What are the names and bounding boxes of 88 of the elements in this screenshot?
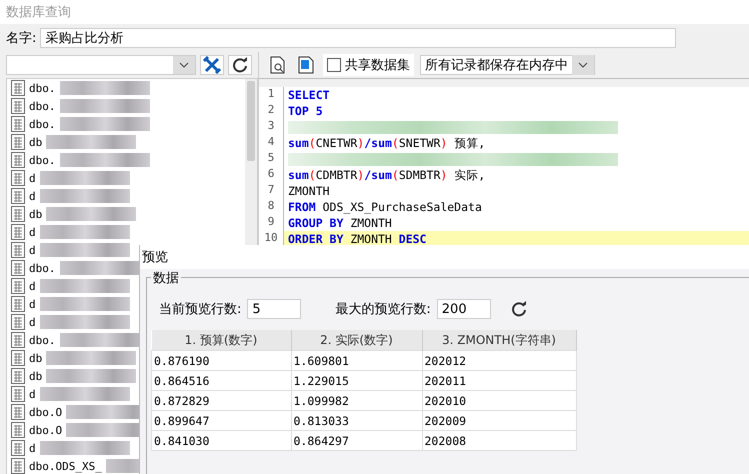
table-cell: 202010: [422, 390, 576, 410]
code-text: ZMONTH: [287, 183, 331, 199]
table-icon: [11, 188, 25, 204]
table-name[interactable]: d: [29, 442, 36, 454]
refresh-button[interactable]: [228, 55, 252, 75]
table-icon: [11, 314, 25, 330]
dialog-title: 预览: [142, 249, 168, 266]
table-cell: 202011: [422, 370, 576, 390]
table-cell: 202009: [422, 410, 576, 430]
table-icon: [11, 368, 25, 384]
table-cell: 1.099982: [291, 390, 422, 410]
table-cell: 0.876190: [152, 350, 291, 370]
table-cell: 1.609801: [291, 350, 422, 370]
table-icon: [11, 386, 25, 402]
table-name[interactable]: d: [29, 244, 36, 256]
table-cell: 0.872829: [152, 390, 291, 410]
table-cell: 0.864516: [152, 370, 291, 390]
table-icon: [11, 98, 25, 114]
table-icon: [11, 224, 25, 240]
table-icon: [11, 404, 25, 420]
document-icon: [298, 56, 314, 74]
table-name[interactable]: db: [29, 370, 42, 382]
table-name[interactable]: dbo.O: [29, 424, 62, 436]
table-name[interactable]: dbo.O: [29, 406, 62, 418]
table-icon: [11, 260, 25, 276]
document-search-icon: [270, 56, 286, 74]
table-name[interactable]: dbo.: [29, 154, 56, 166]
refresh-icon[interactable]: [510, 301, 527, 317]
tools-button[interactable]: [200, 55, 224, 75]
refresh-icon: [232, 57, 248, 73]
dropdown-icon: [179, 62, 190, 68]
table-icon: [11, 116, 25, 132]
table-name[interactable]: d: [29, 190, 36, 202]
table-cell: 0.841030: [152, 430, 291, 450]
table-icon: [11, 422, 25, 438]
table-name[interactable]: dbo.ODS_XS_: [29, 460, 102, 472]
table-cell: 202012: [422, 350, 576, 370]
table-name[interactable]: d: [29, 172, 36, 184]
field-label: 最大的预览行数:: [335, 301, 431, 318]
current-rows-field[interactable]: 5: [247, 299, 302, 319]
window-title: 数据库查询: [0, 0, 749, 24]
table-icon: [11, 440, 25, 456]
code-text: GROUP BY ZMONTH: [287, 215, 393, 231]
code-text: SELECT: [287, 87, 331, 103]
table-cell: 202008: [422, 430, 576, 450]
table-icon: [11, 278, 25, 294]
table-icon: [11, 170, 25, 186]
column-header[interactable]: 3. ZMONTH(字符串): [422, 330, 576, 350]
table-name[interactable]: dbo.: [29, 262, 56, 274]
name-label: 名字:: [6, 30, 36, 47]
column-header[interactable]: 2. 实际(数字): [291, 330, 422, 350]
code-text: TOP 5: [287, 103, 324, 119]
table-name[interactable]: d: [29, 226, 36, 238]
table-cell: 1.229015: [291, 370, 422, 390]
storage-select[interactable]: 所有记录都保存在内存中: [420, 55, 595, 75]
tools-icon: [203, 56, 222, 74]
scrollbar-thumb[interactable]: [247, 81, 255, 161]
table-icon: [11, 242, 25, 258]
table-name[interactable]: d: [29, 298, 36, 310]
table-name[interactable]: db: [29, 208, 42, 220]
max-rows-field[interactable]: 200: [436, 299, 491, 319]
table-name[interactable]: d: [29, 316, 36, 328]
name-field[interactable]: 采购占比分析: [40, 28, 676, 48]
table-cell: 0.864297: [291, 430, 422, 450]
share-dataset-checkbox[interactable]: 共享数据集: [323, 54, 414, 76]
table-name[interactable]: d: [29, 388, 36, 400]
group-label: 数据: [151, 269, 181, 287]
column-header[interactable]: 1. 预算(数字): [152, 330, 291, 350]
code-text: sum(CNETWR)/sum(SNETWR) 预算,: [287, 135, 486, 151]
table-cell: 0.899647: [152, 410, 291, 430]
dropdown-icon: [578, 62, 588, 68]
table-name[interactable]: d: [29, 280, 36, 292]
table-icon: [11, 152, 25, 168]
field-label: 当前预览行数:: [159, 301, 242, 318]
table-name[interactable]: dbo.: [29, 100, 56, 112]
code-text: FROM ODS_XS_PurchaseSaleData: [287, 199, 483, 215]
table-icon: [11, 134, 25, 150]
table-icon: [11, 332, 25, 348]
table-icon: [11, 206, 25, 222]
table-name[interactable]: dbo.: [29, 334, 56, 346]
table-name[interactable]: db: [29, 136, 42, 148]
table-icon: [11, 296, 25, 312]
table-icon: [11, 350, 25, 366]
table-name[interactable]: dbo.: [29, 118, 56, 130]
code-text: sum(CDMBTR)/sum(SDMBTR) 实际,: [287, 167, 486, 183]
table-name[interactable]: dbo.: [29, 82, 56, 94]
table-cell: 0.813033: [291, 410, 422, 430]
table-name[interactable]: db: [29, 352, 42, 364]
